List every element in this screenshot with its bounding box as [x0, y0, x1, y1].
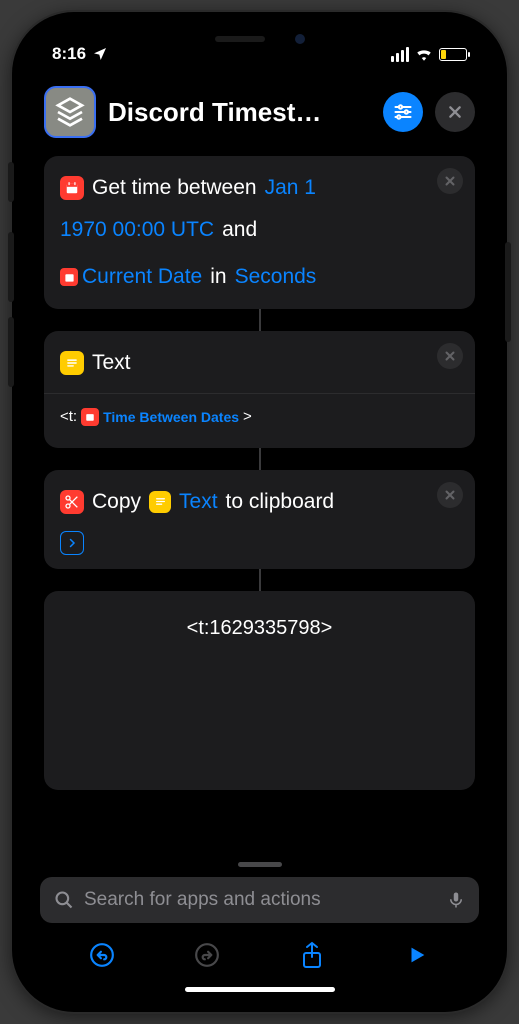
text-icon — [60, 351, 84, 375]
close-icon — [444, 489, 456, 501]
status-time: 8:16 — [52, 44, 86, 64]
text-field[interactable]: <t: Time Between Dates > — [44, 393, 475, 434]
calendar-icon — [60, 176, 84, 200]
action-verb: Get time between — [92, 170, 257, 206]
param-unit[interactable]: Seconds — [235, 259, 317, 295]
undo-icon — [89, 942, 115, 968]
header: Discord Timest… — [24, 72, 495, 156]
search-field[interactable]: Search for apps and actions — [40, 877, 479, 923]
share-icon — [300, 941, 324, 969]
action-rest: to clipboard — [226, 484, 335, 520]
notch — [155, 24, 365, 54]
variable-time-between-dates[interactable]: Time Between Dates — [103, 409, 239, 425]
phone-frame: 8:16 Discord Timest… — [12, 12, 507, 1012]
toolbar — [40, 923, 479, 983]
shortcut-title: Discord Timest… — [108, 97, 371, 128]
calendar-icon — [60, 268, 78, 286]
close-icon — [444, 350, 456, 362]
power-button — [505, 242, 511, 342]
sliders-icon — [393, 102, 413, 122]
bottom-panel: Search for apps and actions — [24, 856, 495, 1000]
action-verb: Copy — [92, 484, 141, 520]
cellular-icon — [391, 47, 409, 62]
remove-action-button[interactable] — [437, 343, 463, 369]
param-first-date[interactable]: Jan 1 — [265, 170, 316, 206]
search-placeholder: Search for apps and actions — [84, 889, 437, 911]
remove-action-button[interactable] — [437, 168, 463, 194]
connector — [259, 569, 261, 591]
shortcut-app-icon[interactable] — [44, 86, 96, 138]
text-literal-pre: <t: — [60, 408, 77, 425]
actions-list: Get time between Jan 1 1970 00:00 UTC an… — [24, 156, 495, 856]
silent-switch — [8, 162, 14, 202]
wifi-icon — [415, 47, 433, 61]
output-preview: <t:1629335798> — [44, 591, 475, 790]
param-first-date-time[interactable]: 1970 00:00 UTC — [60, 212, 214, 248]
action-label: Text — [92, 345, 131, 381]
drag-handle[interactable] — [238, 862, 282, 867]
location-icon — [92, 46, 108, 62]
run-button[interactable] — [399, 937, 435, 973]
settings-button[interactable] — [383, 92, 423, 132]
variable-text[interactable]: Text — [179, 484, 218, 520]
expand-options-button[interactable] — [60, 531, 84, 555]
close-icon — [447, 104, 463, 120]
screen: 8:16 Discord Timest… — [24, 24, 495, 1000]
action-word-in: in — [210, 259, 226, 295]
close-button[interactable] — [435, 92, 475, 132]
search-icon — [54, 890, 74, 910]
redo-button[interactable] — [189, 937, 225, 973]
home-indicator[interactable] — [185, 987, 335, 992]
action-text[interactable]: Text <t: Time Between Dates > — [44, 331, 475, 448]
action-get-time-between-dates[interactable]: Get time between Jan 1 1970 00:00 UTC an… — [44, 156, 475, 309]
connector — [259, 309, 261, 331]
share-button[interactable] — [294, 937, 330, 973]
calendar-icon — [81, 408, 99, 426]
volume-down — [8, 317, 14, 387]
action-word-and: and — [222, 212, 257, 248]
action-copy-to-clipboard[interactable]: Copy Text to clipboard — [44, 470, 475, 570]
text-icon — [149, 491, 171, 513]
param-second-date[interactable]: Current Date — [82, 259, 202, 295]
chevron-right-icon — [66, 537, 78, 549]
undo-button[interactable] — [84, 937, 120, 973]
play-icon — [406, 944, 428, 966]
volume-up — [8, 232, 14, 302]
text-literal-post: > — [243, 408, 252, 425]
close-icon — [444, 175, 456, 187]
remove-action-button[interactable] — [437, 482, 463, 508]
output-text: <t:1629335798> — [187, 617, 333, 639]
redo-icon — [194, 942, 220, 968]
battery-icon — [439, 48, 467, 61]
scissors-icon — [60, 490, 84, 514]
connector — [259, 448, 261, 470]
mic-icon[interactable] — [447, 889, 465, 911]
